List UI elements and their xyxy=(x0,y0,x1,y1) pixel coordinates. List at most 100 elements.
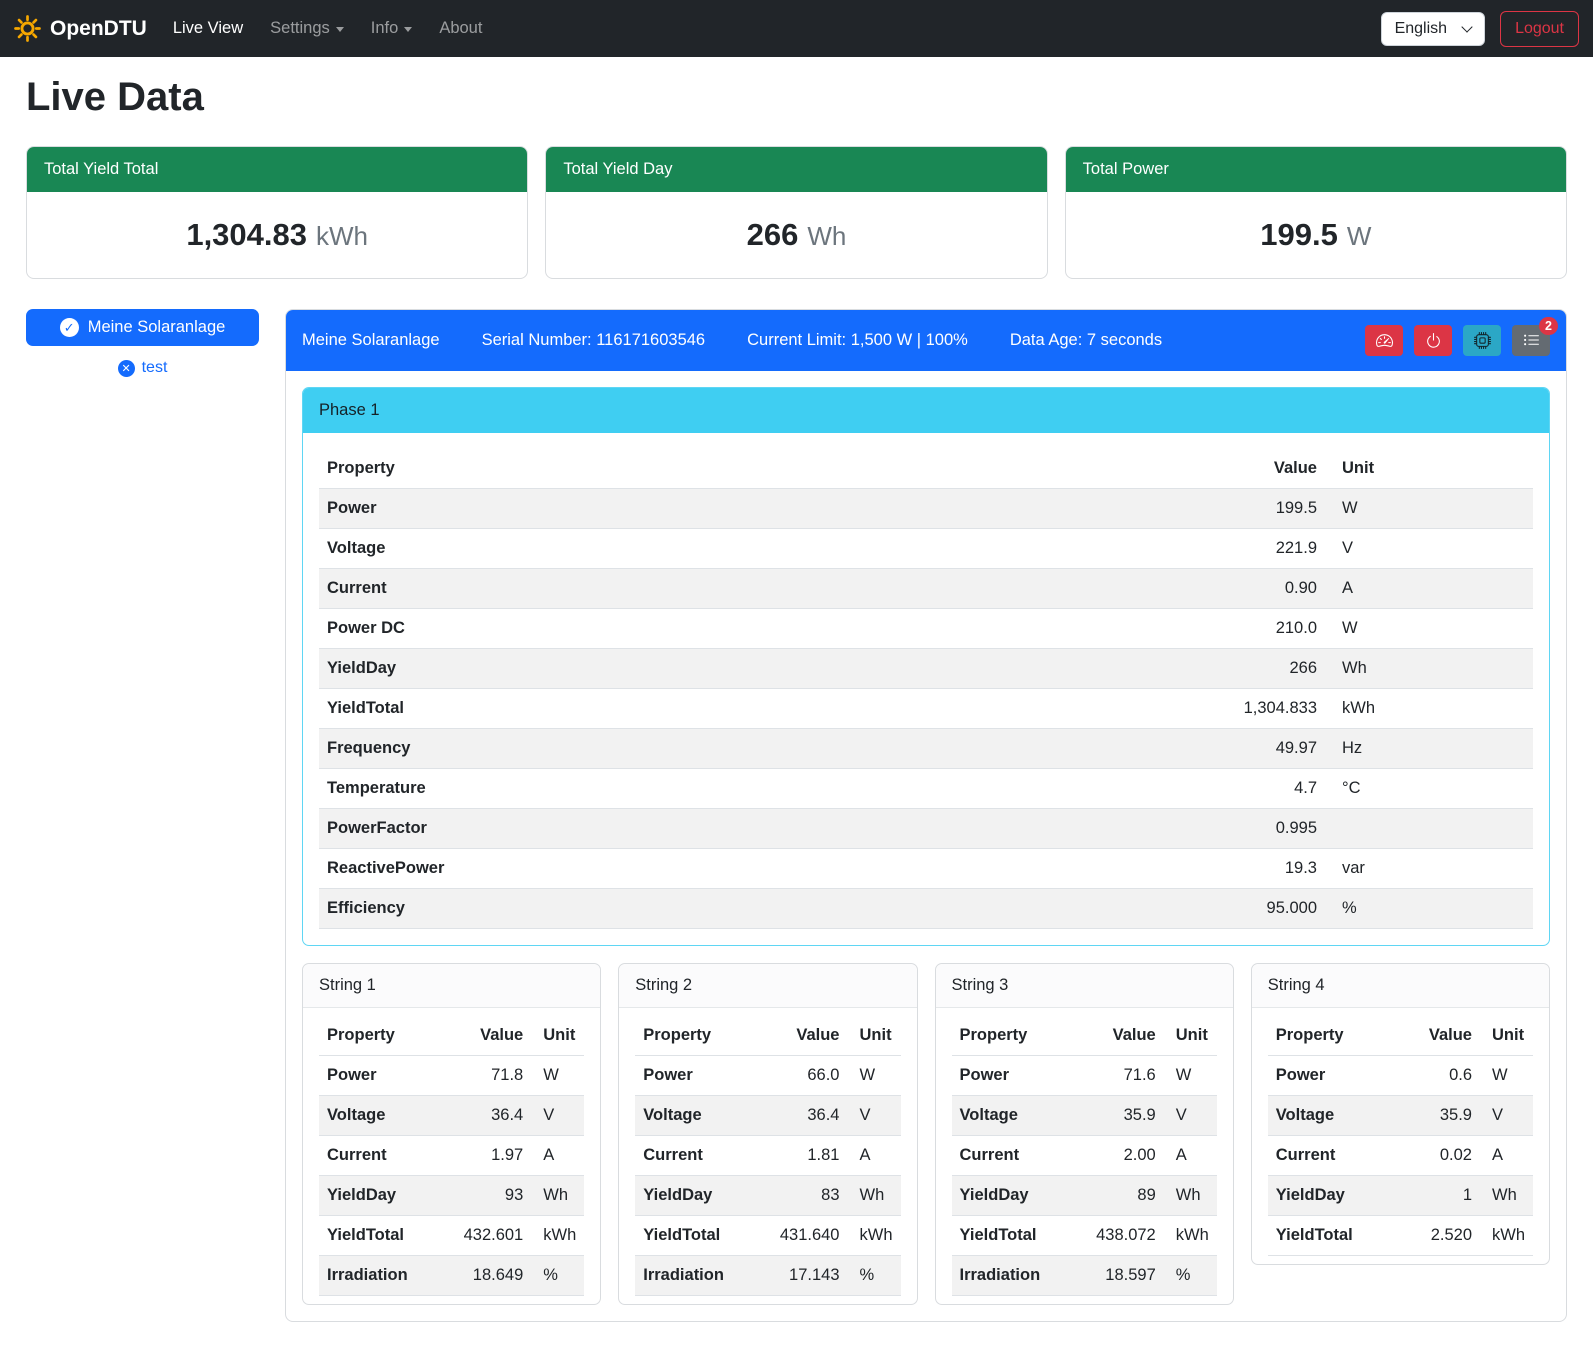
unit-cell: W xyxy=(848,1056,901,1096)
logout-button[interactable]: Logout xyxy=(1500,11,1579,47)
phase-table: Property Value Unit Power 199.5 xyxy=(319,449,1533,929)
table-row: YieldDay 93 Wh xyxy=(319,1176,584,1216)
page-container: Live Data Total Yield Total 1,304.83kWh … xyxy=(0,75,1593,1352)
table-row: YieldTotal 438.072 kWh xyxy=(952,1216,1217,1256)
value-cell: 19.3 xyxy=(921,849,1325,889)
x-circle-icon: ✕ xyxy=(118,360,135,377)
unit-cell: Wh xyxy=(1325,649,1533,689)
column-header-property: Property xyxy=(635,1016,754,1056)
table-row: Power 71.6 W xyxy=(952,1056,1217,1096)
value-cell: 35.9 xyxy=(1398,1096,1481,1136)
string-card-body: Property Value Unit Power xyxy=(1252,1008,1549,1264)
value-cell: 1.97 xyxy=(438,1136,531,1176)
table-row: Efficiency 95.000 % xyxy=(319,889,1533,929)
unit-cell: kWh xyxy=(1480,1216,1533,1256)
table-row: Voltage 35.9 V xyxy=(1268,1096,1533,1136)
value-cell: 71.8 xyxy=(438,1056,531,1096)
restart-device-button[interactable] xyxy=(1463,325,1501,356)
unit-cell: A xyxy=(531,1136,584,1176)
nav-item-live-view[interactable]: Live View xyxy=(173,19,243,38)
summary-card-body: 1,304.83kWh xyxy=(27,192,527,278)
column-header-property: Property xyxy=(952,1016,1071,1056)
unit-cell: A xyxy=(1480,1136,1533,1176)
property-cell: Voltage xyxy=(319,1096,438,1136)
summary-value: 199.5 xyxy=(1260,217,1338,252)
string-card-1: String 1 Property Value Unit xyxy=(302,963,601,1305)
table-row: Irradiation 18.597 % xyxy=(952,1256,1217,1296)
app-brand[interactable]: OpenDTU xyxy=(14,15,147,42)
value-cell: 0.995 xyxy=(921,809,1325,849)
column-header-property: Property xyxy=(1268,1016,1398,1056)
table-row: PowerFactor 0.995 xyxy=(319,809,1533,849)
nav-item-settings-label: Settings xyxy=(270,19,330,38)
unit-cell: Wh xyxy=(848,1176,901,1216)
language-select[interactable]: English xyxy=(1381,12,1485,46)
string-card-title: String 2 xyxy=(619,964,916,1008)
caret-down-icon xyxy=(336,27,344,32)
property-cell: Power xyxy=(319,1056,438,1096)
property-cell: YieldTotal xyxy=(635,1216,754,1256)
table-row: YieldTotal 431.640 kWh xyxy=(635,1216,900,1256)
inverter-sidebar: ✓ Meine Solaranlage ✕ test xyxy=(26,309,259,377)
nav-item-info[interactable]: Info xyxy=(371,19,413,38)
sun-logo-icon xyxy=(14,15,41,42)
sidebar-item-test[interactable]: ✕ test xyxy=(26,359,259,377)
cpu-icon xyxy=(1474,332,1491,349)
summary-card-total-power: Total Power 199.5W xyxy=(1065,146,1567,279)
table-row: Power DC 210.0 W xyxy=(319,609,1533,649)
phase-table-body: Power 199.5 W Voltage 221.9 V xyxy=(319,489,1533,929)
value-cell: 93 xyxy=(438,1176,531,1216)
unit-cell: kWh xyxy=(1164,1216,1217,1256)
unit-cell xyxy=(1325,809,1533,849)
event-log-button[interactable]: 2 xyxy=(1512,325,1550,356)
property-cell: Power xyxy=(952,1056,1071,1096)
inverter-select-button[interactable]: ✓ Meine Solaranlage xyxy=(26,309,259,346)
property-cell: Current xyxy=(319,1136,438,1176)
property-cell: Voltage xyxy=(635,1096,754,1136)
table-row: Voltage 35.9 V xyxy=(952,1096,1217,1136)
column-header-value: Value xyxy=(438,1016,531,1056)
string-card-3: String 3 Property Value Unit xyxy=(935,963,1234,1305)
property-cell: Current xyxy=(635,1136,754,1176)
unit-cell: kWh xyxy=(848,1216,901,1256)
power-button[interactable] xyxy=(1414,325,1452,356)
table-row: YieldDay 89 Wh xyxy=(952,1176,1217,1216)
column-header-unit: Unit xyxy=(1164,1016,1217,1056)
value-cell: 0.6 xyxy=(1398,1056,1481,1096)
column-header-unit: Unit xyxy=(1480,1016,1533,1056)
limit-settings-button[interactable] xyxy=(1365,325,1403,356)
property-cell: Current xyxy=(1268,1136,1398,1176)
nav-item-about[interactable]: About xyxy=(439,19,482,38)
string-table-body: Power 71.6 W Voltage 35.9 V xyxy=(952,1056,1217,1296)
property-cell: Current xyxy=(952,1136,1071,1176)
unit-cell: % xyxy=(531,1256,584,1296)
column-header-unit: Unit xyxy=(1325,449,1533,489)
inverter-header-actions: 2 xyxy=(1365,325,1550,356)
unit-cell: kWh xyxy=(1325,689,1533,729)
property-cell: Irradiation xyxy=(952,1256,1071,1296)
summary-value: 266 xyxy=(747,217,799,252)
property-cell: YieldDay xyxy=(635,1176,754,1216)
table-row: Power 71.8 W xyxy=(319,1056,584,1096)
brand-label: OpenDTU xyxy=(50,17,147,41)
inverter-card-body: Phase 1 Property Value Unit xyxy=(286,371,1566,1321)
inverter-name: Meine Solaranlage xyxy=(302,331,440,350)
value-cell: 66.0 xyxy=(754,1056,847,1096)
table-row: YieldDay 1 Wh xyxy=(1268,1176,1533,1216)
summary-card-total-yield-day: Total Yield Day 266Wh xyxy=(545,146,1047,279)
strings-grid: String 1 Property Value Unit xyxy=(302,963,1550,1305)
nav-item-settings[interactable]: Settings xyxy=(270,19,344,38)
table-row: Irradiation 18.649 % xyxy=(319,1256,584,1296)
value-cell: 83 xyxy=(754,1176,847,1216)
property-cell: YieldDay xyxy=(1268,1176,1398,1216)
summary-card-total-yield-total: Total Yield Total 1,304.83kWh xyxy=(26,146,528,279)
nav-item-info-label: Info xyxy=(371,19,399,38)
string-card-4: String 4 Property Value Unit xyxy=(1251,963,1550,1265)
property-cell: Temperature xyxy=(319,769,921,809)
inverter-serial: Serial Number: 116171603546 xyxy=(482,331,706,350)
value-cell: 2.00 xyxy=(1071,1136,1164,1176)
unit-cell: V xyxy=(1325,529,1533,569)
summary-unit: Wh xyxy=(807,221,846,251)
unit-cell: A xyxy=(1325,569,1533,609)
inverter-limit: Current Limit: 1,500 W | 100% xyxy=(747,331,968,350)
